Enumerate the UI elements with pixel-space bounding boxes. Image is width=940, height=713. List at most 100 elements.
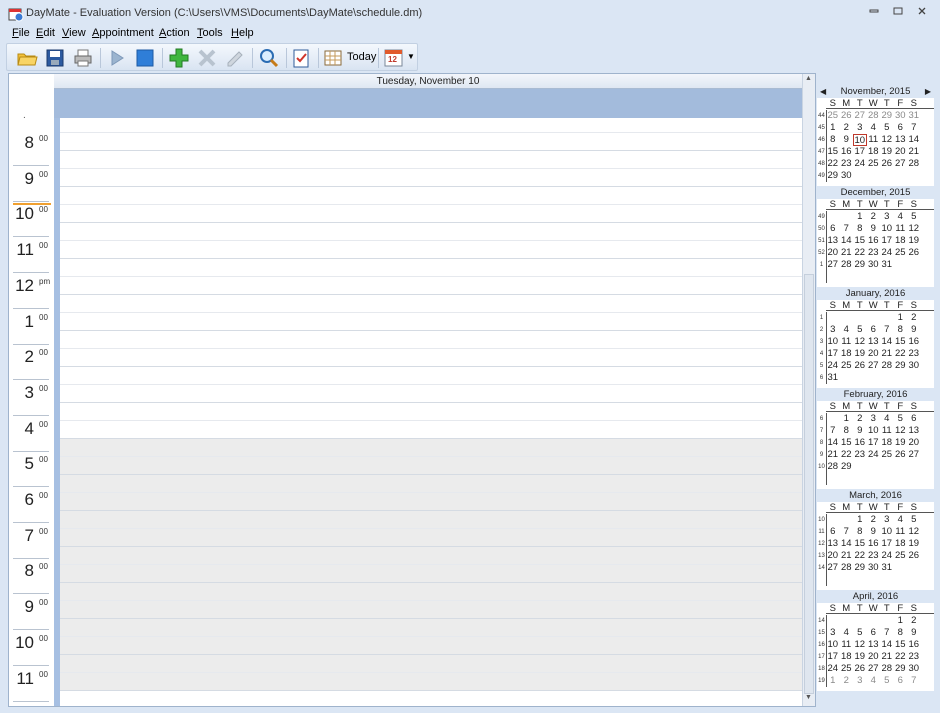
date-cell[interactable]: 18 <box>894 235 908 247</box>
menu-file[interactable]: File <box>12 27 30 39</box>
date-cell[interactable]: 11 <box>867 134 881 146</box>
date-cell[interactable]: 31 <box>826 372 840 384</box>
date-cell[interactable]: 1 <box>853 514 867 526</box>
date-cell[interactable]: 6 <box>826 526 840 538</box>
date-cell[interactable]: 16 <box>867 538 881 550</box>
date-cell[interactable]: 27 <box>894 158 908 170</box>
date-cell[interactable]: 25 <box>867 158 881 170</box>
date-cell[interactable]: 19 <box>907 538 921 550</box>
date-cell[interactable]: 16 <box>853 437 867 449</box>
date-cell[interactable]: 20 <box>867 348 881 360</box>
date-cell[interactable]: 30 <box>907 360 921 372</box>
date-cell[interactable]: 3 <box>880 514 894 526</box>
date-cell[interactable]: 29 <box>840 461 854 473</box>
date-cell[interactable]: 13 <box>907 425 921 437</box>
date-cell[interactable]: 21 <box>880 651 894 663</box>
date-cell[interactable]: 2 <box>907 312 921 324</box>
play-icon[interactable] <box>106 47 128 69</box>
date-cell[interactable]: 27 <box>907 449 921 461</box>
date-cell[interactable]: 10 <box>826 639 840 651</box>
date-cell[interactable]: 29 <box>894 360 908 372</box>
date-cell[interactable]: 9 <box>867 526 881 538</box>
date-cell[interactable]: 7 <box>880 627 894 639</box>
vertical-scrollbar[interactable]: ▲ ▼ <box>802 74 815 706</box>
date-cell[interactable]: 6 <box>867 627 881 639</box>
date-cell[interactable]: 1 <box>826 122 840 134</box>
date-cell[interactable]: 14 <box>826 437 840 449</box>
date-cell[interactable]: 8 <box>894 324 908 336</box>
date-cell[interactable]: 20 <box>826 247 840 259</box>
date-cell[interactable]: 7 <box>907 122 921 134</box>
date-cell[interactable]: 29 <box>880 110 894 122</box>
date-cell[interactable]: 3 <box>880 211 894 223</box>
date-cell[interactable]: 1 <box>894 615 908 627</box>
time-slot[interactable] <box>54 133 802 151</box>
date-cell[interactable]: 25 <box>840 360 854 372</box>
date-cell[interactable]: 29 <box>894 663 908 675</box>
menu-appointment[interactable]: Appointment <box>92 27 154 39</box>
date-cell[interactable]: 4 <box>894 211 908 223</box>
date-cell[interactable]: 8 <box>853 526 867 538</box>
date-cell[interactable]: 17 <box>826 651 840 663</box>
close-button[interactable] <box>910 4 934 22</box>
date-cell[interactable]: 2 <box>867 211 881 223</box>
date-cell[interactable]: 24 <box>853 158 867 170</box>
date-cell[interactable]: 27 <box>867 663 881 675</box>
date-cell[interactable]: 8 <box>826 134 840 146</box>
date-cell[interactable]: 2 <box>907 615 921 627</box>
today-date-cell[interactable]: 10 <box>853 134 867 146</box>
date-cell[interactable]: 3 <box>826 324 840 336</box>
date-cell[interactable]: 22 <box>853 550 867 562</box>
time-slot[interactable] <box>54 673 802 691</box>
date-cell[interactable]: 21 <box>826 449 840 461</box>
date-cell[interactable]: 24 <box>826 663 840 675</box>
time-slot[interactable] <box>54 331 802 349</box>
date-cell[interactable]: 20 <box>826 550 840 562</box>
save-disk-icon[interactable] <box>44 47 66 69</box>
date-cell[interactable]: 3 <box>867 413 881 425</box>
date-cell[interactable]: 26 <box>853 360 867 372</box>
date-cell[interactable]: 31 <box>907 110 921 122</box>
time-slot[interactable] <box>54 277 802 295</box>
menu-action[interactable]: Action <box>159 27 190 39</box>
date-cell[interactable]: 6 <box>894 675 908 687</box>
time-slot[interactable] <box>54 295 802 313</box>
scroll-up-icon[interactable]: ▲ <box>805 75 812 82</box>
date-cell[interactable]: 28 <box>867 110 881 122</box>
date-cell[interactable]: 20 <box>907 437 921 449</box>
date-cell[interactable]: 12 <box>880 134 894 146</box>
time-slot[interactable] <box>54 151 802 169</box>
time-slot[interactable] <box>54 169 802 187</box>
date-cell[interactable]: 12 <box>853 336 867 348</box>
date-cell[interactable]: 21 <box>880 348 894 360</box>
date-cell[interactable]: 15 <box>853 538 867 550</box>
scroll-down-icon[interactable]: ▼ <box>805 694 812 701</box>
date-cell[interactable]: 17 <box>826 348 840 360</box>
menu-tools[interactable]: Tools <box>197 27 223 39</box>
time-slot[interactable] <box>54 259 802 277</box>
date-cell[interactable]: 26 <box>907 550 921 562</box>
date-cell[interactable]: 31 <box>880 259 894 271</box>
date-cell[interactable]: 4 <box>880 413 894 425</box>
date-cell[interactable]: 17 <box>867 437 881 449</box>
date-cell[interactable]: 6 <box>867 324 881 336</box>
date-cell[interactable]: 25 <box>894 247 908 259</box>
date-cell[interactable]: 4 <box>867 122 881 134</box>
date-cell[interactable]: 18 <box>840 348 854 360</box>
date-cell[interactable]: 5 <box>907 514 921 526</box>
search-icon[interactable] <box>258 47 280 69</box>
date-cell[interactable]: 25 <box>880 449 894 461</box>
date-cell[interactable]: 23 <box>907 348 921 360</box>
date-cell[interactable]: 26 <box>853 663 867 675</box>
stop-icon[interactable] <box>134 47 156 69</box>
delete-icon[interactable] <box>196 47 218 69</box>
date-cell[interactable]: 7 <box>840 526 854 538</box>
date-cell[interactable]: 26 <box>880 158 894 170</box>
date-cell[interactable]: 25 <box>840 663 854 675</box>
date-cell[interactable]: 7 <box>907 675 921 687</box>
date-cell[interactable]: 5 <box>880 122 894 134</box>
date-cell[interactable]: 10 <box>880 223 894 235</box>
date-cell[interactable]: 22 <box>826 158 840 170</box>
date-cell[interactable]: 7 <box>880 324 894 336</box>
date-cell[interactable]: 15 <box>894 336 908 348</box>
